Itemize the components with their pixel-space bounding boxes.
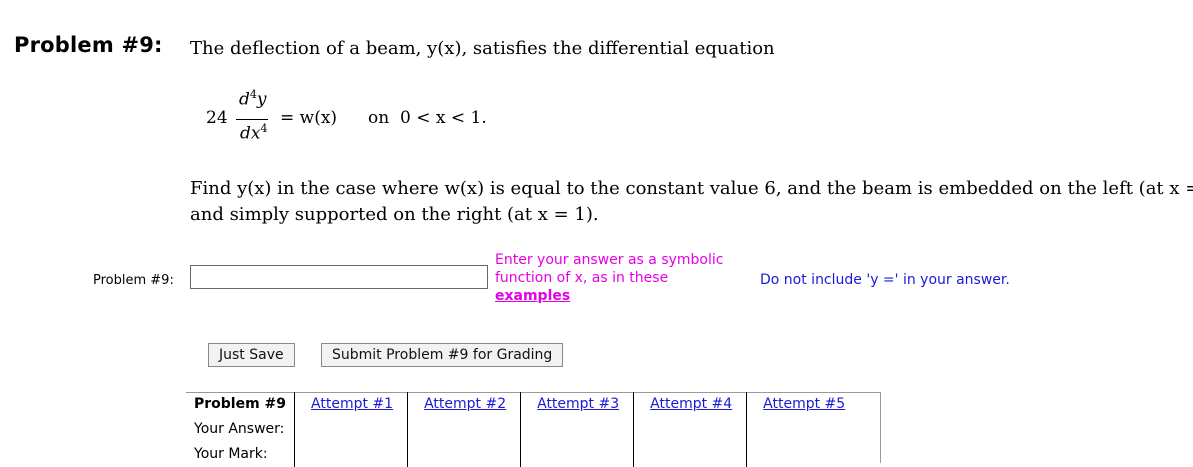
equation-num-exp: 4 — [249, 88, 257, 101]
answer-hint-line2: function of x, as in these — [495, 270, 669, 286]
attempt-link-2[interactable]: Attempt #2 — [424, 396, 506, 412]
answer-cell — [633, 417, 747, 442]
mark-cell — [633, 442, 747, 467]
answer-cell — [520, 417, 634, 442]
equation-num-d: d — [239, 89, 250, 110]
answer-cell — [407, 417, 521, 442]
equation-denominator: dx4 — [240, 122, 267, 144]
answer-note: Do not include 'y =' in your answer. — [760, 272, 1010, 288]
answer-hint: Enter your answer as a symbolic function… — [495, 251, 723, 305]
equation-den: dx — [240, 123, 261, 144]
mark-cell — [746, 442, 860, 467]
problem-title: Problem #9: — [14, 33, 163, 57]
attempts-answer-row: Your Answer: — [186, 417, 860, 442]
attempt-link-1[interactable]: Attempt #1 — [311, 396, 393, 412]
problem-intro: The deflection of a beam, y(x), satisfie… — [190, 38, 775, 59]
attempt-col-5: Attempt #5 — [746, 392, 860, 417]
attempt-link-3[interactable]: Attempt #3 — [537, 396, 619, 412]
equation-numerator: d4y — [239, 88, 267, 110]
answer-input[interactable] — [190, 265, 488, 289]
attempt-col-4: Attempt #4 — [633, 392, 747, 417]
attempt-link-5[interactable]: Attempt #5 — [763, 396, 845, 412]
answer-label: Problem #9: — [93, 273, 174, 288]
problem-statement-line1: Find y(x) in the case where w(x) is equa… — [190, 178, 1193, 199]
attempts-problem-header: Problem #9 — [194, 396, 287, 412]
equation-num-y: y — [256, 89, 267, 110]
equation-coefficient: 24 — [206, 108, 228, 128]
differential-equation: 24 d4y dx4 = w(x) on 0 < x < 1. — [206, 88, 526, 148]
attempts-mark-row: Your Mark: — [186, 442, 860, 467]
equation-domain: on 0 < x < 1. — [368, 108, 487, 128]
your-mark-label: Your Mark: — [194, 446, 268, 462]
attempt-col-1: Attempt #1 — [294, 392, 408, 417]
attempt-col-3: Attempt #3 — [520, 392, 634, 417]
mark-cell — [407, 442, 521, 467]
attempts-header-row: Problem #9 Attempt #1 Attempt #2 Attempt… — [186, 392, 860, 417]
examples-link[interactable]: examples — [495, 287, 723, 305]
problem-statement-line2: and simply supported on the right (at x … — [190, 204, 599, 225]
equation-den-exp: 4 — [260, 122, 268, 135]
answer-cell — [294, 417, 408, 442]
attempt-col-2: Attempt #2 — [407, 392, 521, 417]
fraction-bar — [236, 119, 268, 120]
answer-cell — [746, 417, 860, 442]
attempt-link-4[interactable]: Attempt #4 — [650, 396, 732, 412]
submit-button[interactable]: Submit Problem #9 for Grading — [321, 343, 564, 367]
just-save-button[interactable]: Just Save — [208, 343, 295, 367]
your-answer-label: Your Answer: — [194, 421, 285, 437]
mark-cell — [294, 442, 408, 467]
answer-hint-line1: Enter your answer as a symbolic — [495, 252, 724, 268]
equation-rhs: = w(x) — [280, 108, 338, 128]
problem-statement: Find y(x) in the case where w(x) is equa… — [190, 176, 1193, 228]
attempts-table: Problem #9 Attempt #1 Attempt #2 Attempt… — [186, 392, 860, 467]
mark-cell — [520, 442, 634, 467]
